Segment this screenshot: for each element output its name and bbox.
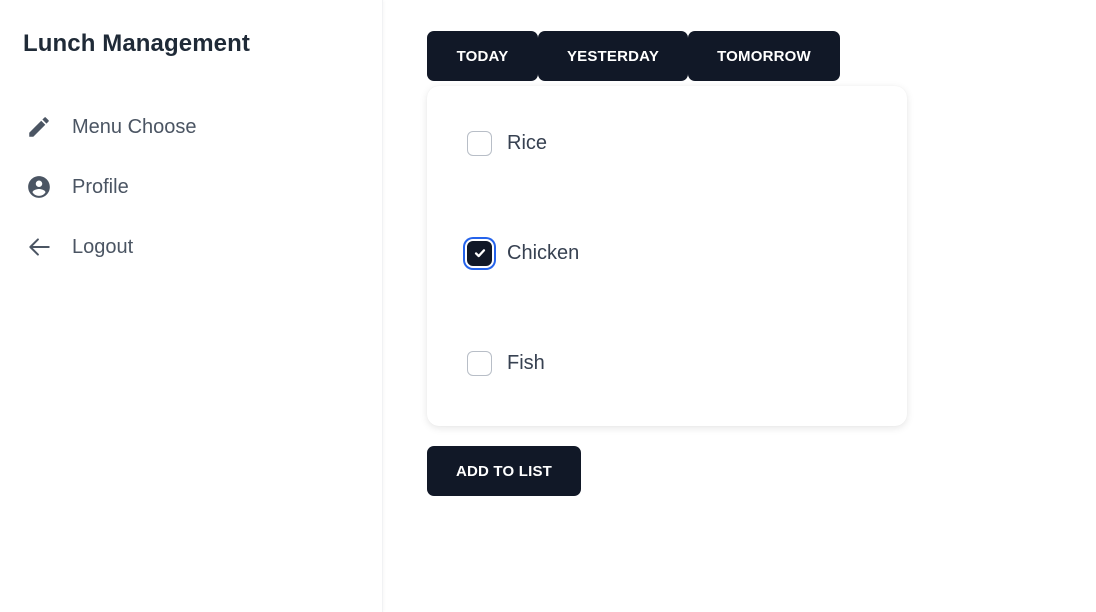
- sidebar-item-logout[interactable]: Logout: [0, 217, 383, 277]
- menu-option-chicken[interactable]: Chicken: [467, 238, 579, 268]
- option-label: Fish: [507, 351, 545, 374]
- add-to-list-button[interactable]: ADD TO LIST: [427, 446, 581, 496]
- app-title: Lunch Management: [23, 30, 250, 57]
- tab-yesterday[interactable]: YESTERDAY: [538, 31, 688, 81]
- option-label: Chicken: [507, 241, 580, 264]
- fish-checkbox[interactable]: [467, 350, 492, 376]
- menu-option-fish[interactable]: Fish: [467, 348, 545, 378]
- arrow-left-icon: [26, 234, 52, 260]
- tab-today[interactable]: TODAY: [427, 31, 538, 81]
- day-tabs: TODAY YESTERDAY TOMORROW: [427, 31, 840, 81]
- checkmark-icon: [474, 249, 485, 258]
- sidebar: Lunch Management Menu Choose Profile Log…: [0, 0, 383, 612]
- app-layout: Lunch Management Menu Choose Profile Log…: [0, 0, 1096, 612]
- menu-option-rice[interactable]: Rice: [467, 128, 547, 158]
- user-circle-icon: [26, 174, 52, 200]
- menu-options-card: Rice Chicken Fish: [427, 86, 907, 426]
- tab-tomorrow[interactable]: TOMORROW: [688, 31, 840, 81]
- sidebar-item-label: Profile: [72, 175, 129, 198]
- sidebar-item-profile[interactable]: Profile: [0, 157, 383, 217]
- sidebar-nav: Menu Choose Profile Logout: [0, 97, 383, 277]
- pencil-icon: [26, 114, 52, 140]
- option-label: Rice: [507, 131, 548, 154]
- sidebar-item-menu-choose[interactable]: Menu Choose: [0, 97, 383, 157]
- rice-checkbox[interactable]: [467, 130, 492, 156]
- sidebar-item-label: Menu Choose: [72, 115, 197, 138]
- sidebar-item-label: Logout: [72, 235, 134, 258]
- chicken-checkbox[interactable]: [467, 240, 492, 266]
